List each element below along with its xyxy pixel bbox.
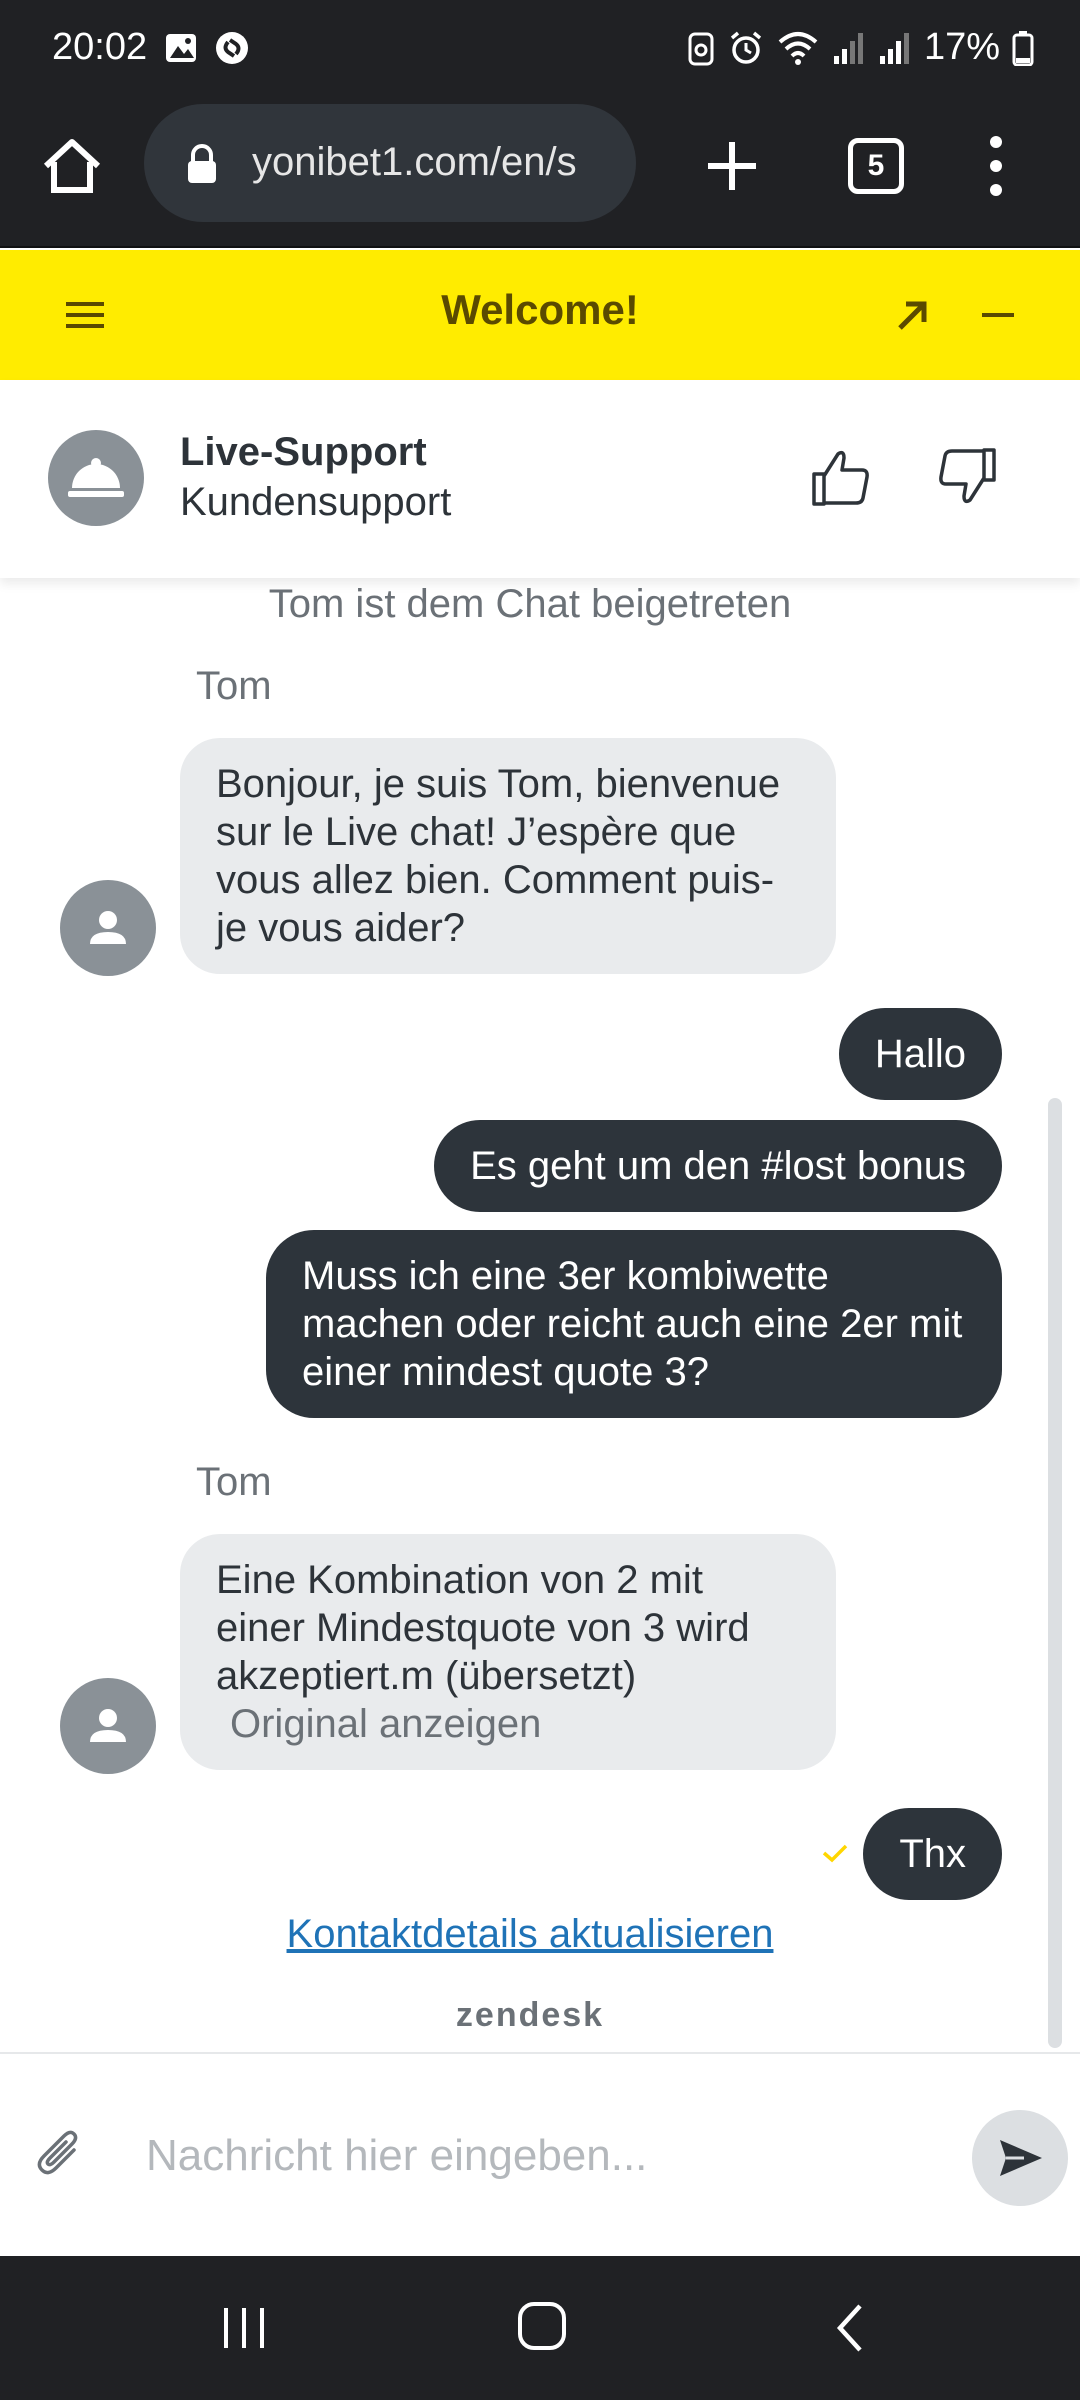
send-button[interactable] (972, 2110, 1068, 2206)
address-bar[interactable]: yonibet1.com/en/s (144, 104, 636, 222)
chat-widget-header: Welcome! (0, 250, 1080, 380)
thumbs-up-icon[interactable] (810, 446, 872, 508)
signal-icon (833, 32, 863, 64)
chat-scrollbar[interactable] (1048, 1098, 1062, 2048)
agent-message-text: Eine Kombination von 2 mit einer Mindest… (216, 1558, 750, 1698)
minimize-icon[interactable] (978, 292, 1018, 338)
show-original-link[interactable]: Original anzeigen (216, 1700, 800, 1748)
thumbs-down-icon[interactable] (936, 446, 998, 508)
new-tab-icon[interactable] (696, 130, 768, 202)
user-message: Thx (863, 1808, 1002, 1900)
agent-header: Live-Support Kundensupport (0, 380, 1080, 578)
message-composer (0, 2052, 1080, 2256)
shazam-icon (216, 32, 248, 64)
image-icon (166, 34, 196, 62)
system-nav-bar (0, 2256, 1080, 2400)
agent-label: Tom (196, 664, 272, 708)
browser-toolbar: yonibet1.com/en/s 5 (0, 100, 1080, 248)
user-message: Hallo (838, 1008, 1002, 1100)
more-options-icon[interactable] (978, 130, 1014, 202)
tab-count: 5 (867, 149, 885, 182)
delivered-check-icon (822, 1844, 848, 1863)
alarm-icon (730, 31, 762, 64)
system-message: Tom ist dem Chat beigetreten (268, 582, 792, 626)
zendesk-logo: zendesk (455, 1996, 605, 2034)
home-nav-icon[interactable] (516, 2300, 568, 2352)
status-time: 20:02 (52, 26, 148, 68)
back-icon[interactable] (830, 2300, 870, 2356)
user-message: Es geht um den #lost bonus (434, 1120, 1002, 1212)
wifi-icon (778, 31, 818, 65)
support-avatar (48, 430, 144, 526)
agent-avatar (60, 1678, 156, 1774)
lock-icon (188, 144, 216, 183)
user-message: Muss ich eine 3er kombiwette machen oder… (266, 1230, 1002, 1418)
signal-icon (879, 32, 909, 64)
agent-avatar (60, 880, 156, 976)
person-icon (90, 1709, 126, 1742)
home-icon[interactable] (36, 130, 108, 202)
chat-log: Tom ist dem Chat beigetreten Tom Bonjour… (0, 578, 1080, 2052)
battery-level: 17% (923, 26, 1000, 68)
send-icon (1000, 2140, 1042, 2176)
update-contact-link[interactable]: Kontaktdetails aktualisieren (0, 1912, 1060, 1957)
tab-switcher-button[interactable]: 5 (848, 138, 904, 194)
paperclip-icon[interactable] (36, 2128, 82, 2180)
recent-apps-icon[interactable] (218, 2304, 270, 2352)
agent-message: Bonjour, je suis Tom, bienvenue sur le L… (180, 738, 836, 974)
agent-name: Live-Support (180, 430, 427, 474)
expand-icon[interactable] (890, 292, 936, 338)
person-icon (90, 911, 126, 944)
agent-message: Eine Kombination von 2 mit einer Mindest… (180, 1534, 836, 1770)
concierge-bell-icon (68, 458, 124, 497)
message-input[interactable] (146, 2114, 926, 2198)
battery-icon (1012, 30, 1034, 66)
agent-label: Tom (196, 1460, 272, 1504)
url-text: yonibet1.com/en/s (252, 140, 577, 184)
agent-department: Kundensupport (180, 480, 452, 524)
status-bar: 20:02 17% (0, 0, 1080, 100)
battery-saver-icon (688, 32, 714, 65)
